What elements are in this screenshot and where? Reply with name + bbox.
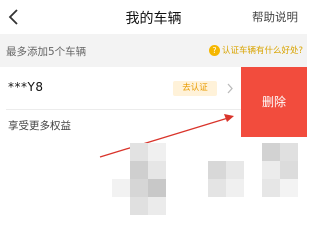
benefits-text: 享受更多权益 bbox=[8, 120, 71, 132]
top-nav-bar: 我的车辆 帮助说明 bbox=[0, 0, 307, 34]
info-strip: 最多添加5个车辆 ? 认证车辆有什么好处? bbox=[0, 34, 307, 67]
help-link[interactable]: 帮助说明 bbox=[252, 9, 298, 25]
verify-button[interactable]: 去认证 bbox=[173, 81, 217, 96]
delete-button[interactable]: 删除 bbox=[241, 67, 307, 137]
max-vehicles-note: 最多添加5个车辆 bbox=[6, 46, 87, 58]
question-icon: ? bbox=[208, 44, 220, 56]
chevron-right-icon bbox=[227, 83, 233, 94]
pixelated-region bbox=[0, 137, 307, 242]
divider bbox=[6, 109, 241, 110]
plate-number: ***Y8 bbox=[8, 80, 44, 94]
verify-benefits-link[interactable]: ? 认证车辆有什么好处? bbox=[208, 44, 303, 56]
verify-benefits-text: 认证车辆有什么好处? bbox=[221, 46, 303, 56]
